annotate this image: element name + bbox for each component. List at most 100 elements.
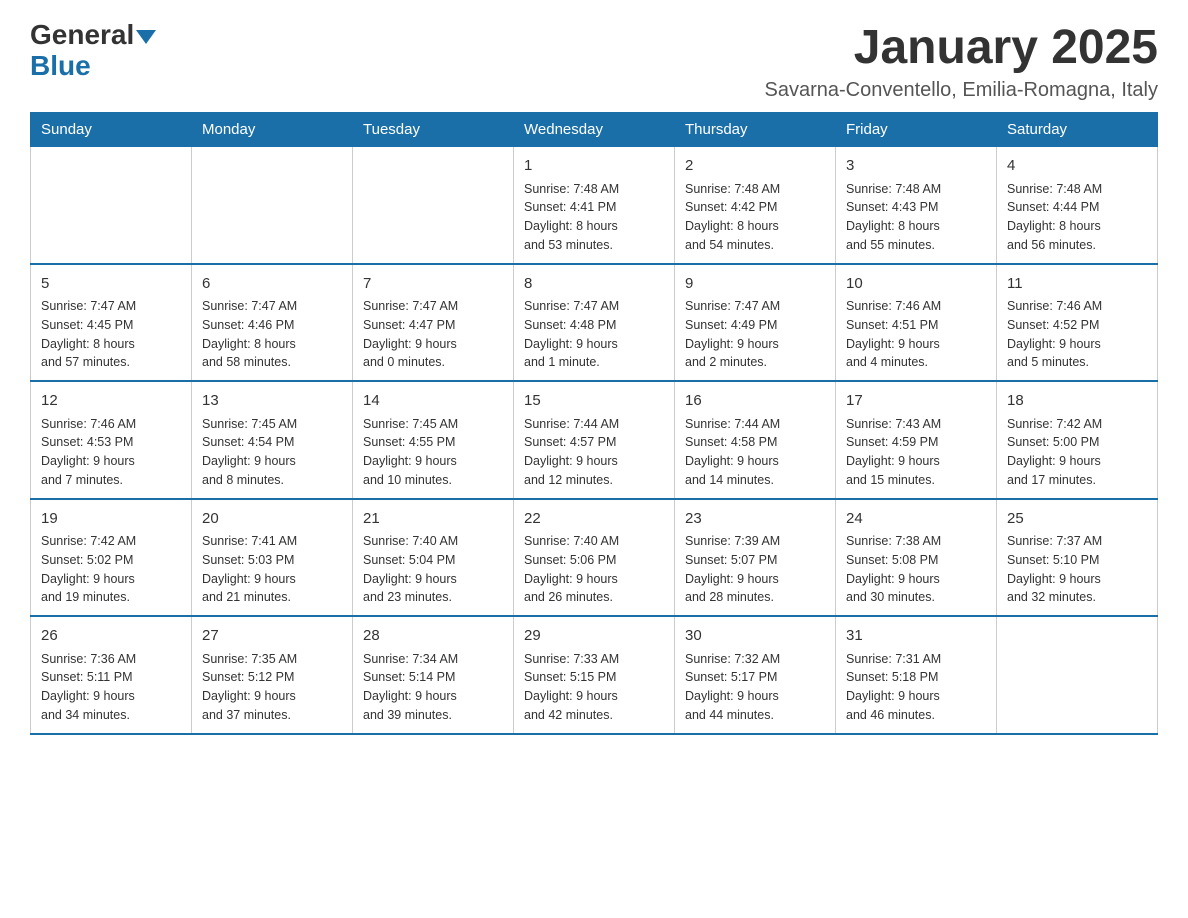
day-number: 10 [846,273,986,296]
calendar-cell [31,147,192,264]
calendar-week-row: 5Sunrise: 7:47 AMSunset: 4:45 PMDaylight… [31,264,1158,382]
calendar-week-row: 26Sunrise: 7:36 AMSunset: 5:11 PMDayligh… [31,616,1158,734]
day-number: 26 [41,625,181,648]
day-info: Sunrise: 7:41 AMSunset: 5:03 PMDaylight:… [202,532,342,607]
day-number: 27 [202,625,342,648]
day-number: 18 [1007,390,1147,413]
day-number: 12 [41,390,181,413]
calendar-header: SundayMondayTuesdayWednesdayThursdayFrid… [31,113,1158,147]
calendar-cell: 27Sunrise: 7:35 AMSunset: 5:12 PMDayligh… [192,616,353,734]
day-info: Sunrise: 7:47 AMSunset: 4:48 PMDaylight:… [524,297,664,372]
calendar-cell: 19Sunrise: 7:42 AMSunset: 5:02 PMDayligh… [31,499,192,617]
day-number: 21 [363,508,503,531]
calendar-week-row: 12Sunrise: 7:46 AMSunset: 4:53 PMDayligh… [31,381,1158,499]
calendar-cell: 5Sunrise: 7:47 AMSunset: 4:45 PMDaylight… [31,264,192,382]
day-info: Sunrise: 7:42 AMSunset: 5:00 PMDaylight:… [1007,415,1147,490]
weekday-header-friday: Friday [836,113,997,147]
calendar-cell: 24Sunrise: 7:38 AMSunset: 5:08 PMDayligh… [836,499,997,617]
day-number: 24 [846,508,986,531]
calendar-cell [997,616,1158,734]
day-number: 13 [202,390,342,413]
day-info: Sunrise: 7:33 AMSunset: 5:15 PMDaylight:… [524,650,664,725]
day-number: 4 [1007,155,1147,178]
calendar-table: SundayMondayTuesdayWednesdayThursdayFrid… [30,112,1158,735]
calendar-cell: 3Sunrise: 7:48 AMSunset: 4:43 PMDaylight… [836,147,997,264]
day-info: Sunrise: 7:34 AMSunset: 5:14 PMDaylight:… [363,650,503,725]
calendar-cell: 30Sunrise: 7:32 AMSunset: 5:17 PMDayligh… [675,616,836,734]
day-number: 9 [685,273,825,296]
day-info: Sunrise: 7:44 AMSunset: 4:58 PMDaylight:… [685,415,825,490]
day-info: Sunrise: 7:46 AMSunset: 4:51 PMDaylight:… [846,297,986,372]
day-number: 6 [202,273,342,296]
page-header: GeneralBlue January 2025 Savarna-Convent… [30,20,1158,102]
day-info: Sunrise: 7:47 AMSunset: 4:46 PMDaylight:… [202,297,342,372]
calendar-cell: 25Sunrise: 7:37 AMSunset: 5:10 PMDayligh… [997,499,1158,617]
calendar-cell: 8Sunrise: 7:47 AMSunset: 4:48 PMDaylight… [514,264,675,382]
calendar-cell: 16Sunrise: 7:44 AMSunset: 4:58 PMDayligh… [675,381,836,499]
calendar-cell: 10Sunrise: 7:46 AMSunset: 4:51 PMDayligh… [836,264,997,382]
weekday-header-monday: Monday [192,113,353,147]
day-number: 23 [685,508,825,531]
day-number: 11 [1007,273,1147,296]
day-info: Sunrise: 7:46 AMSunset: 4:52 PMDaylight:… [1007,297,1147,372]
day-number: 19 [41,508,181,531]
day-info: Sunrise: 7:40 AMSunset: 5:06 PMDaylight:… [524,532,664,607]
day-info: Sunrise: 7:31 AMSunset: 5:18 PMDaylight:… [846,650,986,725]
weekday-header-wednesday: Wednesday [514,113,675,147]
calendar-cell: 28Sunrise: 7:34 AMSunset: 5:14 PMDayligh… [353,616,514,734]
calendar-cell: 2Sunrise: 7:48 AMSunset: 4:42 PMDaylight… [675,147,836,264]
calendar-cell: 29Sunrise: 7:33 AMSunset: 5:15 PMDayligh… [514,616,675,734]
day-number: 16 [685,390,825,413]
calendar-cell: 23Sunrise: 7:39 AMSunset: 5:07 PMDayligh… [675,499,836,617]
calendar-cell: 7Sunrise: 7:47 AMSunset: 4:47 PMDaylight… [353,264,514,382]
day-info: Sunrise: 7:44 AMSunset: 4:57 PMDaylight:… [524,415,664,490]
title-area: January 2025 Savarna-Conventello, Emilia… [764,20,1158,102]
day-number: 7 [363,273,503,296]
weekday-header-tuesday: Tuesday [353,113,514,147]
calendar-cell: 15Sunrise: 7:44 AMSunset: 4:57 PMDayligh… [514,381,675,499]
day-number: 5 [41,273,181,296]
day-number: 22 [524,508,664,531]
month-title: January 2025 [764,20,1158,75]
calendar-cell: 31Sunrise: 7:31 AMSunset: 5:18 PMDayligh… [836,616,997,734]
day-number: 8 [524,273,664,296]
calendar-week-row: 1Sunrise: 7:48 AMSunset: 4:41 PMDaylight… [31,147,1158,264]
calendar-cell: 4Sunrise: 7:48 AMSunset: 4:44 PMDaylight… [997,147,1158,264]
day-number: 20 [202,508,342,531]
day-info: Sunrise: 7:43 AMSunset: 4:59 PMDaylight:… [846,415,986,490]
day-number: 1 [524,155,664,178]
calendar-body: 1Sunrise: 7:48 AMSunset: 4:41 PMDaylight… [31,147,1158,734]
logo: GeneralBlue [30,20,156,82]
day-info: Sunrise: 7:47 AMSunset: 4:47 PMDaylight:… [363,297,503,372]
calendar-cell [353,147,514,264]
weekday-header-row: SundayMondayTuesdayWednesdayThursdayFrid… [31,113,1158,147]
day-info: Sunrise: 7:38 AMSunset: 5:08 PMDaylight:… [846,532,986,607]
day-info: Sunrise: 7:36 AMSunset: 5:11 PMDaylight:… [41,650,181,725]
day-info: Sunrise: 7:47 AMSunset: 4:49 PMDaylight:… [685,297,825,372]
day-info: Sunrise: 7:37 AMSunset: 5:10 PMDaylight:… [1007,532,1147,607]
day-number: 30 [685,625,825,648]
calendar-cell [192,147,353,264]
calendar-cell: 22Sunrise: 7:40 AMSunset: 5:06 PMDayligh… [514,499,675,617]
day-number: 29 [524,625,664,648]
day-number: 15 [524,390,664,413]
day-info: Sunrise: 7:45 AMSunset: 4:55 PMDaylight:… [363,415,503,490]
day-info: Sunrise: 7:35 AMSunset: 5:12 PMDaylight:… [202,650,342,725]
day-info: Sunrise: 7:48 AMSunset: 4:42 PMDaylight:… [685,180,825,255]
calendar-cell: 6Sunrise: 7:47 AMSunset: 4:46 PMDaylight… [192,264,353,382]
calendar-cell: 18Sunrise: 7:42 AMSunset: 5:00 PMDayligh… [997,381,1158,499]
calendar-cell: 26Sunrise: 7:36 AMSunset: 5:11 PMDayligh… [31,616,192,734]
day-number: 3 [846,155,986,178]
calendar-cell: 9Sunrise: 7:47 AMSunset: 4:49 PMDaylight… [675,264,836,382]
day-info: Sunrise: 7:45 AMSunset: 4:54 PMDaylight:… [202,415,342,490]
calendar-cell: 13Sunrise: 7:45 AMSunset: 4:54 PMDayligh… [192,381,353,499]
day-info: Sunrise: 7:42 AMSunset: 5:02 PMDaylight:… [41,532,181,607]
day-info: Sunrise: 7:47 AMSunset: 4:45 PMDaylight:… [41,297,181,372]
weekday-header-saturday: Saturday [997,113,1158,147]
day-info: Sunrise: 7:48 AMSunset: 4:43 PMDaylight:… [846,180,986,255]
day-number: 25 [1007,508,1147,531]
calendar-cell: 17Sunrise: 7:43 AMSunset: 4:59 PMDayligh… [836,381,997,499]
day-info: Sunrise: 7:32 AMSunset: 5:17 PMDaylight:… [685,650,825,725]
calendar-cell: 11Sunrise: 7:46 AMSunset: 4:52 PMDayligh… [997,264,1158,382]
day-number: 2 [685,155,825,178]
